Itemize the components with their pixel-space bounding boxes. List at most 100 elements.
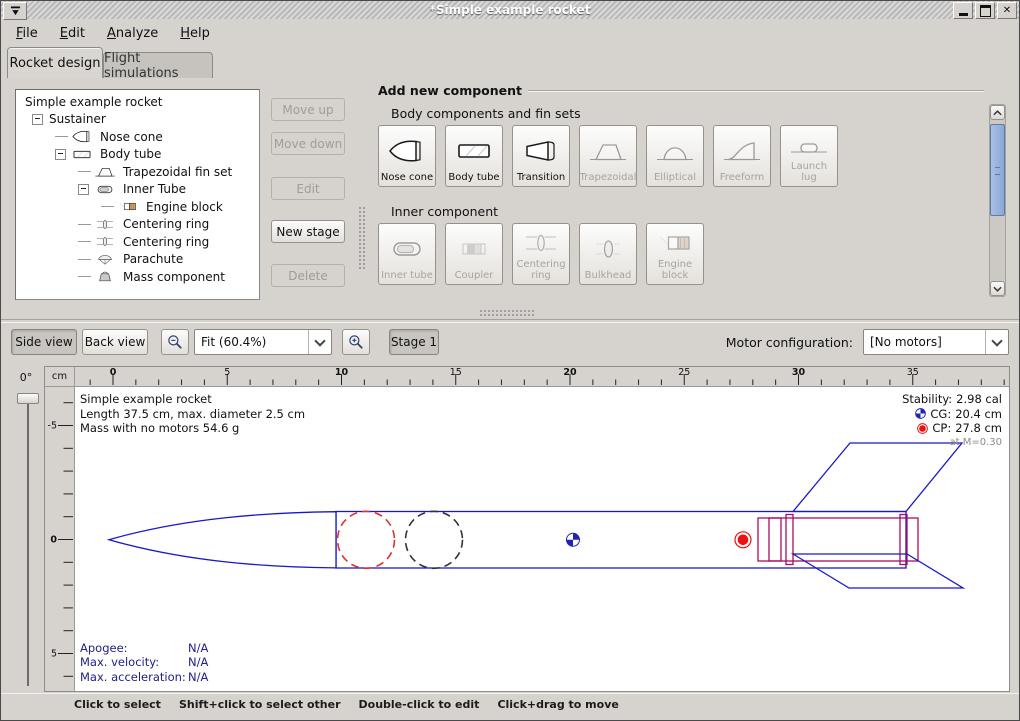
fin-upper-shape[interactable] bbox=[793, 443, 962, 512]
component-button-label: Freeform bbox=[720, 172, 765, 183]
transition-icon bbox=[520, 129, 562, 172]
scroll-up-button[interactable] bbox=[990, 105, 1005, 120]
zoom-out-button[interactable] bbox=[161, 329, 189, 355]
side-view-button[interactable]: Side view bbox=[11, 329, 77, 355]
component-button-coupler[interactable]: Coupler bbox=[445, 223, 503, 285]
rocket-canvas[interactable]: Simple example rocketLength 37.5 cm, max… bbox=[75, 387, 1009, 691]
tree-item-mass-component[interactable]: Mass component bbox=[16, 268, 259, 286]
tree-item-engine-block[interactable]: Engine block bbox=[16, 198, 259, 216]
motor-configuration-value: [No motors] bbox=[864, 335, 985, 349]
rocket-summary-text: Simple example rocketLength 37.5 cm, max… bbox=[80, 392, 305, 436]
maximize-button[interactable] bbox=[975, 2, 995, 19]
zoom-level-select[interactable]: Fit (60.4%) bbox=[194, 329, 332, 355]
component-button-freeform[interactable]: Freeform bbox=[713, 125, 771, 187]
component-button-label: Centering ring bbox=[514, 259, 568, 281]
rotation-slider-thumb[interactable] bbox=[17, 393, 39, 404]
delete-button[interactable]: Delete bbox=[271, 264, 345, 287]
tab-rocket-design[interactable]: Rocket design bbox=[7, 47, 103, 78]
tree-item-sustainer[interactable]: Sustainer bbox=[16, 111, 259, 129]
new-stage-button[interactable]: New stage bbox=[271, 220, 345, 243]
tree-item-centering-ring[interactable]: Centering ring bbox=[16, 216, 259, 234]
cp-icon bbox=[917, 423, 928, 434]
cp-label: CP: bbox=[932, 421, 951, 436]
tree-item-nose-cone[interactable]: Nose cone bbox=[16, 128, 259, 146]
tree-item-body-tube[interactable]: Body tube bbox=[16, 146, 259, 164]
back-view-button[interactable]: Back view bbox=[82, 329, 148, 355]
menu-item-edit[interactable]: Edit bbox=[53, 24, 92, 43]
zoom-in-button[interactable] bbox=[342, 329, 370, 355]
rocket-summary-line: Simple example rocket bbox=[80, 392, 305, 407]
zoom-in-icon bbox=[347, 333, 365, 351]
rotation-slider-track[interactable] bbox=[27, 399, 29, 686]
tree-expander-icon[interactable] bbox=[32, 114, 43, 125]
component-button-label: Inner tube bbox=[381, 270, 433, 281]
component-button-transition[interactable]: Transition bbox=[512, 125, 570, 187]
component-button-nose-cone[interactable]: Nose cone bbox=[378, 125, 436, 187]
tree-item-label: Trapezoidal fin set bbox=[123, 165, 232, 179]
tree-item-simple-example-rocket[interactable]: Simple example rocket bbox=[16, 93, 259, 111]
cp-value: 27.8 cm bbox=[955, 421, 1002, 436]
tree-expander-icon[interactable] bbox=[55, 149, 66, 160]
chevron-up-icon bbox=[993, 110, 1002, 116]
component-button-label: Transition bbox=[517, 172, 565, 183]
nose-cone-icon bbox=[386, 129, 428, 172]
edit-button[interactable]: Edit bbox=[271, 177, 345, 200]
move-down-button[interactable]: Move down bbox=[271, 132, 345, 155]
body-tube-icon bbox=[453, 129, 495, 172]
fin-elliptical-icon bbox=[654, 129, 696, 172]
component-button-inner-tube[interactable]: Inner tube bbox=[378, 223, 436, 285]
engine-block-icon bbox=[654, 227, 696, 259]
svg-text:5: 5 bbox=[224, 367, 230, 378]
tree-item-trapezoidal-fin-set[interactable]: Trapezoidal fin set bbox=[16, 163, 259, 181]
tree-item-centering-ring[interactable]: Centering ring bbox=[16, 233, 259, 251]
component-tree[interactable]: Simple example rocketSustainerNose coneB… bbox=[15, 89, 260, 300]
engine-block-icon bbox=[114, 199, 142, 214]
scrollbar-thumb[interactable] bbox=[990, 124, 1005, 216]
body-tube-shape[interactable] bbox=[336, 512, 906, 569]
component-button-row: Nose coneBody tube Transition TrapezoidalE… bbox=[378, 125, 984, 187]
component-button-bulkhead[interactable]: Bulkhead bbox=[579, 223, 637, 285]
tree-item-label: Centering ring bbox=[123, 235, 209, 249]
stability-label: Stability: bbox=[902, 392, 952, 407]
section-label-body-components-and-fin-sets: Body components and fin sets bbox=[391, 106, 984, 121]
svg-text:30: 30 bbox=[792, 367, 806, 378]
vertical-splitter[interactable] bbox=[358, 206, 367, 270]
window-menu-icon bbox=[9, 6, 22, 17]
move-up-button[interactable]: Move up bbox=[271, 98, 345, 121]
component-button-launch-lug[interactable]: Launch lug bbox=[780, 125, 838, 187]
vertical-ruler: -505 bbox=[45, 387, 75, 691]
window-menu-button[interactable] bbox=[3, 2, 27, 20]
scroll-down-button[interactable] bbox=[990, 281, 1005, 296]
tree-item-inner-tube[interactable]: Inner Tube bbox=[16, 181, 259, 199]
component-button-elliptical[interactable]: Elliptical bbox=[646, 125, 704, 187]
close-button[interactable]: ✕ bbox=[997, 2, 1017, 19]
stage-1-toggle[interactable]: Stage 1 bbox=[389, 329, 439, 355]
menu-item-help[interactable]: Help bbox=[173, 24, 217, 43]
stability-info: Stability: 2.98 cal CG: 20.4 cm CP: 27.8… bbox=[902, 392, 1002, 450]
tree-expander-icon[interactable] bbox=[78, 184, 89, 195]
minimize-button[interactable] bbox=[953, 2, 973, 19]
component-button-trapezoidal[interactable]: Trapezoidal bbox=[579, 125, 637, 187]
rocket-view-area: cm 05101520253035 -505 bbox=[44, 366, 1010, 692]
hint-text: Double-click to edit bbox=[359, 698, 480, 711]
launch-lug-icon bbox=[788, 129, 830, 161]
tree-connector bbox=[55, 136, 68, 137]
menu-item-analyze[interactable]: Analyze bbox=[100, 24, 165, 43]
tab-flight-simulations[interactable]: Flight simulations bbox=[103, 52, 213, 78]
component-button-centering-ring[interactable]: Centering ring bbox=[512, 223, 570, 285]
nose-cone-shape[interactable] bbox=[109, 512, 336, 568]
component-button-body-tube[interactable]: Body tube bbox=[445, 125, 503, 187]
titlebar: *Simple example rocket ✕ bbox=[1, 1, 1019, 19]
tree-item-parachute[interactable]: Parachute bbox=[16, 251, 259, 269]
motor-configuration-select[interactable]: [No motors] bbox=[863, 329, 1009, 355]
fin-trapezoidal-icon bbox=[91, 164, 119, 179]
menu-item-file[interactable]: File bbox=[9, 24, 45, 43]
component-scrollbar[interactable] bbox=[989, 104, 1006, 297]
tree-connector bbox=[78, 241, 91, 242]
motor-configuration-label: Motor configuration: bbox=[726, 335, 853, 350]
horizontal-splitter[interactable] bbox=[479, 309, 535, 318]
tree-connector bbox=[78, 259, 91, 260]
zoom-level-value: Fit (60.4%) bbox=[195, 335, 308, 349]
flight-stat-value: N/A bbox=[188, 655, 208, 670]
component-button-engine-block[interactable]: Engine block bbox=[646, 223, 704, 285]
